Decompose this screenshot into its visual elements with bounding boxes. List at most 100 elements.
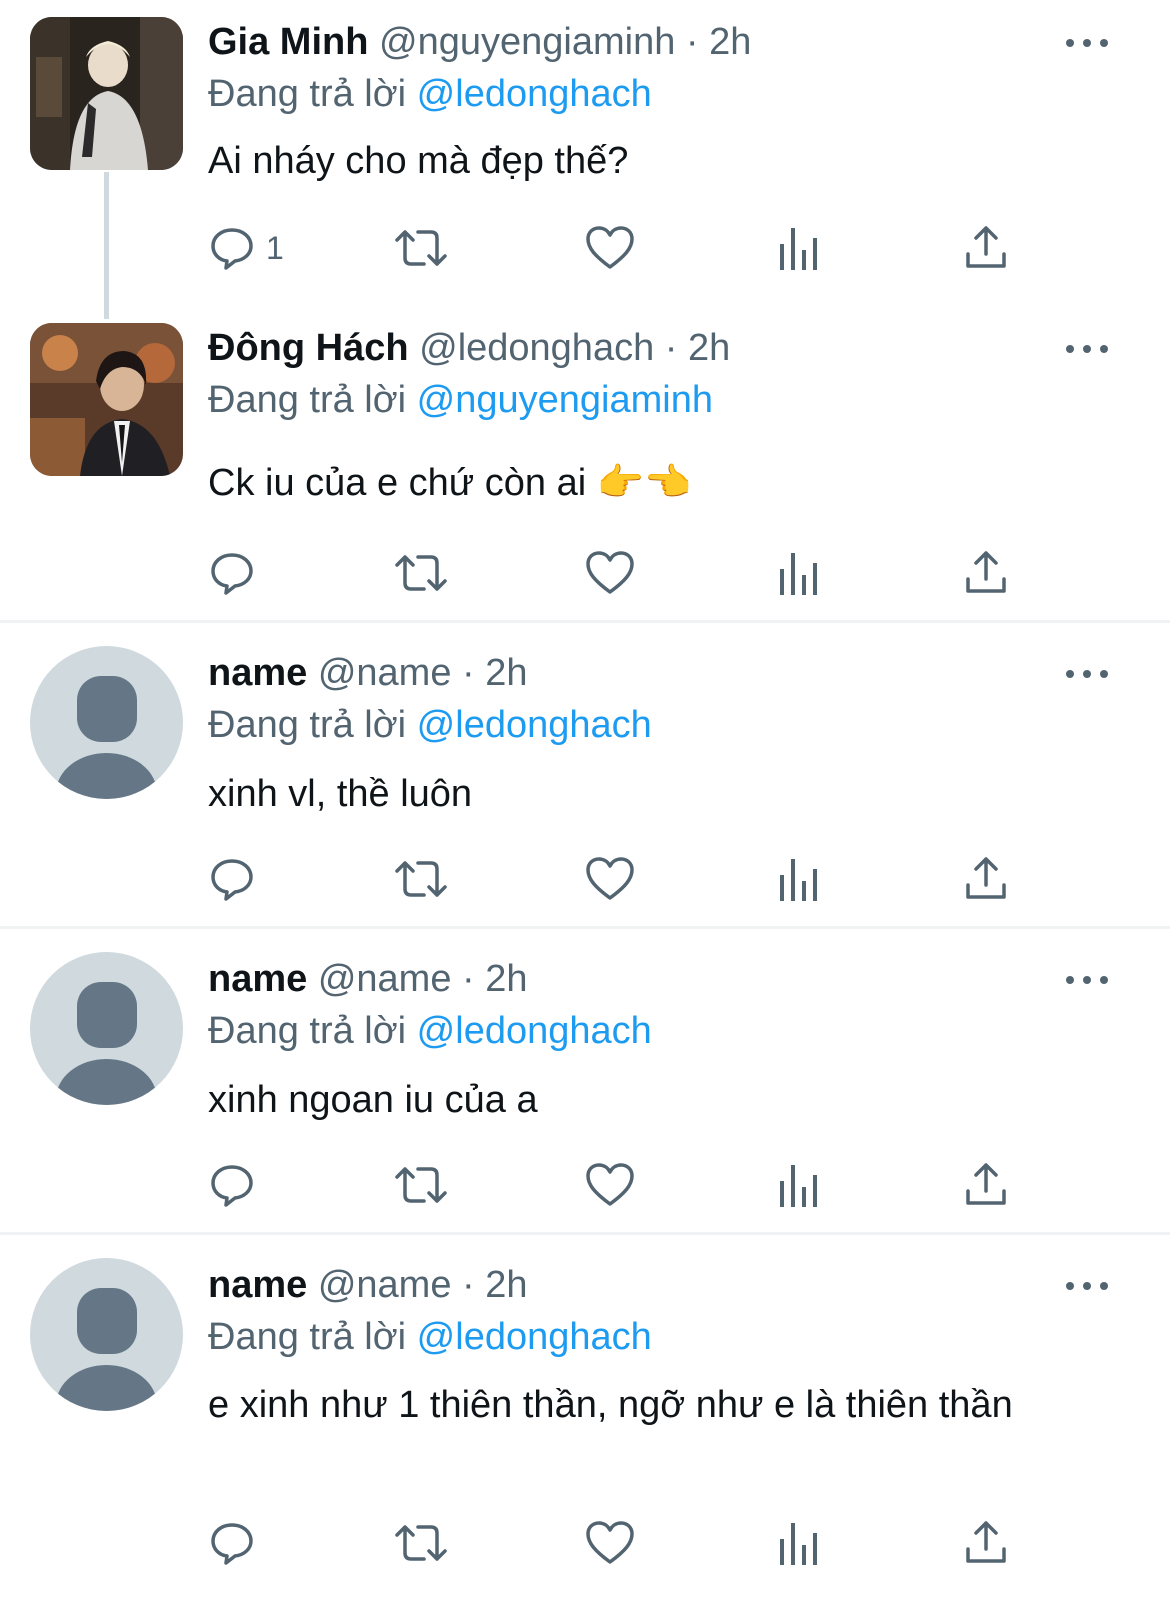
replying-to: Đang trả lời @nguyengiaminh bbox=[208, 375, 713, 425]
reply-count: 1 bbox=[266, 229, 284, 266]
more-options-icon[interactable] bbox=[1066, 1271, 1108, 1301]
tweet-header: name @name · 2h bbox=[208, 1260, 528, 1310]
more-options-icon[interactable] bbox=[1066, 334, 1108, 364]
retweet-button[interactable] bbox=[394, 220, 448, 276]
user-handle[interactable]: @ledonghach bbox=[419, 327, 654, 369]
avatar[interactable] bbox=[30, 952, 183, 1105]
replying-label: Đang trả lời bbox=[208, 73, 407, 115]
reply-icon bbox=[211, 1165, 253, 1207]
views-button[interactable] bbox=[778, 545, 820, 601]
replying-label: Đang trả lời bbox=[208, 704, 407, 746]
avatar[interactable] bbox=[30, 1258, 183, 1411]
profile-photo bbox=[30, 17, 183, 170]
default-avatar-head bbox=[77, 676, 137, 742]
heart-icon bbox=[586, 1163, 634, 1206]
tweet-header: Đông Hách @ledonghach · 2h bbox=[208, 323, 730, 373]
share-button[interactable] bbox=[964, 220, 1008, 276]
action-bar bbox=[0, 545, 1170, 601]
user-handle[interactable]: @nguyengiaminh bbox=[379, 21, 675, 63]
more-options-icon[interactable] bbox=[1066, 28, 1108, 58]
action-bar bbox=[0, 1157, 1170, 1213]
mention-link[interactable]: @ledonghach bbox=[417, 704, 652, 746]
share-icon bbox=[966, 551, 1006, 593]
separator-dot: · bbox=[462, 1264, 475, 1306]
share-button[interactable] bbox=[964, 545, 1008, 601]
reply-button[interactable] bbox=[208, 1157, 266, 1213]
like-button[interactable] bbox=[585, 1515, 635, 1571]
reply-icon bbox=[211, 228, 253, 270]
avatar[interactable] bbox=[30, 646, 183, 799]
timestamp[interactable]: 2h bbox=[709, 21, 751, 63]
timestamp[interactable]: 2h bbox=[485, 652, 527, 694]
tweet-header: name @name · 2h bbox=[208, 648, 528, 698]
replying-label: Đang trả lời bbox=[208, 1010, 407, 1052]
separator-dot: · bbox=[462, 652, 475, 694]
more-options-icon[interactable] bbox=[1066, 965, 1108, 995]
tweet-text: xinh ngoan iu của a bbox=[208, 1079, 538, 1121]
tweet-dong-hach[interactable]: Đông Hách @ledonghach · 2h Đang trả lời … bbox=[0, 310, 1170, 622]
retweet-icon bbox=[395, 1167, 447, 1203]
user-handle[interactable]: @name bbox=[318, 652, 452, 694]
share-icon bbox=[966, 226, 1006, 268]
views-button[interactable] bbox=[778, 220, 820, 276]
retweet-button[interactable] bbox=[394, 1515, 448, 1571]
retweet-icon bbox=[395, 555, 447, 591]
display-name[interactable]: name bbox=[208, 652, 307, 694]
reply-button[interactable] bbox=[208, 545, 266, 601]
tweet-reply[interactable]: name @name · 2h Đang trả lời @ledonghach… bbox=[0, 929, 1170, 1233]
timestamp[interactable]: 2h bbox=[485, 1264, 527, 1306]
display-name[interactable]: name bbox=[208, 958, 307, 1000]
reply-button[interactable] bbox=[208, 1515, 266, 1571]
replying-label: Đang trả lời bbox=[208, 379, 407, 421]
mention-link[interactable]: @ledonghach bbox=[417, 73, 652, 115]
mention-link[interactable]: @nguyengiaminh bbox=[417, 379, 713, 421]
display-name[interactable]: name bbox=[208, 1264, 307, 1306]
user-handle[interactable]: @name bbox=[318, 958, 452, 1000]
avatar[interactable] bbox=[30, 323, 183, 476]
tweet-header: name @name · 2h bbox=[208, 954, 528, 1004]
user-handle[interactable]: @name bbox=[318, 1264, 452, 1306]
mention-link[interactable]: @ledonghach bbox=[417, 1316, 652, 1358]
analytics-icon bbox=[780, 553, 817, 595]
share-button[interactable] bbox=[964, 1515, 1008, 1571]
more-options-icon[interactable] bbox=[1066, 659, 1108, 689]
default-avatar-body bbox=[56, 1059, 157, 1105]
separator-dot: · bbox=[664, 327, 678, 369]
replying-to: Đang trả lời @ledonghach bbox=[208, 700, 652, 750]
like-button[interactable] bbox=[585, 545, 635, 601]
tweet-reply[interactable]: name @name · 2h Đang trả lời @ledonghach… bbox=[0, 623, 1170, 927]
separator-dot: · bbox=[685, 21, 699, 63]
like-button[interactable] bbox=[585, 851, 635, 907]
tweet-gia-minh[interactable]: Gia Minh @nguyengiaminh · 2h Đang trả lờ… bbox=[0, 0, 1170, 319]
mention-link[interactable]: @ledonghach bbox=[417, 1010, 652, 1052]
reply-icon bbox=[211, 553, 253, 595]
avatar[interactable] bbox=[30, 17, 183, 170]
timestamp[interactable]: 2h bbox=[485, 958, 527, 1000]
like-button[interactable] bbox=[585, 220, 635, 276]
like-button[interactable] bbox=[585, 1157, 635, 1213]
views-button[interactable] bbox=[778, 1515, 820, 1571]
reply-button[interactable] bbox=[208, 851, 266, 907]
display-name[interactable]: Gia Minh bbox=[208, 21, 368, 63]
replying-to: Đang trả lời @ledonghach bbox=[208, 69, 652, 119]
share-button[interactable] bbox=[964, 1157, 1008, 1213]
views-button[interactable] bbox=[778, 851, 820, 907]
analytics-icon bbox=[780, 859, 817, 901]
retweet-button[interactable] bbox=[394, 545, 448, 601]
share-button[interactable] bbox=[964, 851, 1008, 907]
retweet-button[interactable] bbox=[394, 1157, 448, 1213]
default-avatar-body bbox=[56, 1365, 157, 1411]
tweet-text: Ai nháy cho mà đẹp thế? bbox=[208, 140, 629, 182]
retweet-button[interactable] bbox=[394, 851, 448, 907]
heart-icon bbox=[586, 226, 634, 269]
timestamp[interactable]: 2h bbox=[688, 327, 730, 369]
display-name[interactable]: Đông Hách bbox=[208, 327, 409, 369]
replying-to: Đang trả lời @ledonghach bbox=[208, 1006, 652, 1056]
analytics-icon bbox=[780, 1523, 817, 1565]
share-icon bbox=[966, 857, 1006, 899]
tweet-reply[interactable]: name @name · 2h Đang trả lời @ledonghach… bbox=[0, 1235, 1170, 1597]
action-bar bbox=[0, 851, 1170, 907]
reply-button[interactable]: 1 bbox=[208, 220, 284, 276]
default-avatar-body bbox=[56, 753, 157, 799]
views-button[interactable] bbox=[778, 1157, 820, 1213]
